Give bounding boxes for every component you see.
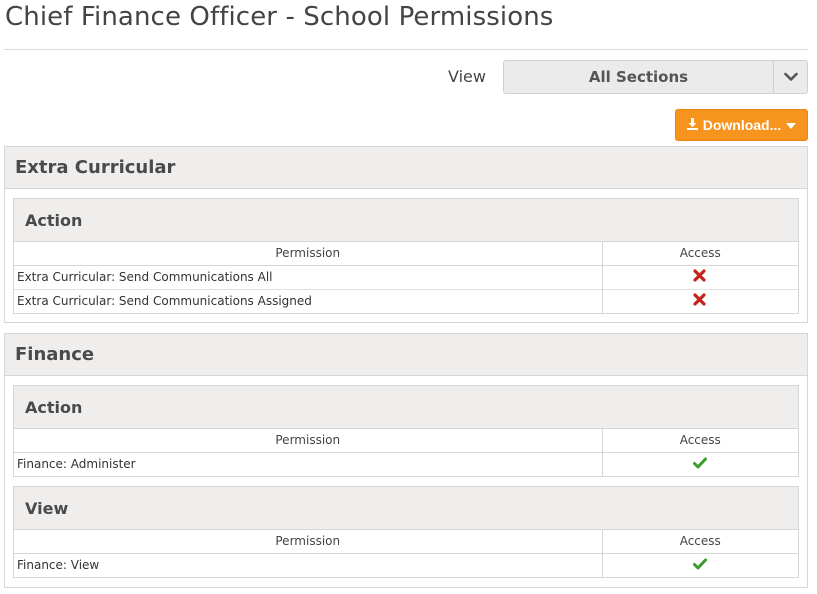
table-row: Finance: Administer [14,452,798,476]
group-title: Action [25,210,83,230]
page-title: Chief Finance Officer - School Permissio… [5,2,554,32]
section-title: Finance [15,344,95,365]
permission-column-header: Permission [14,530,603,554]
permission-column-header: Permission [14,429,603,453]
permissions-table: Permission Access Finance: Administer [14,429,798,476]
access-column-header: Access [602,242,798,266]
section-header: Finance [5,334,807,376]
group-view: View Permission Access Finance: View [13,486,799,578]
permission-name: Extra Curricular: Send Communications Al… [14,265,603,290]
access-cell [602,553,798,577]
permission-name: Extra Curricular: Send Communications As… [14,289,603,313]
group-header: Action [14,386,798,429]
permissions-table: Permission Access Finance: View [14,530,798,577]
table-row: Finance: View [14,553,798,577]
group-action: Action Permission Access Extra Curricula… [13,198,799,314]
section-finance: Finance Action Permission Access Finance… [4,333,808,588]
access-column-header: Access [602,429,798,453]
title-divider [4,49,808,50]
access-cell [602,452,798,476]
chevron-down-icon[interactable] [773,61,807,93]
check-icon [692,457,707,472]
caret-down-icon [786,117,797,133]
permission-name: Finance: Administer [14,452,603,476]
section-header: Extra Curricular [5,147,807,189]
permission-name: Finance: View [14,553,603,577]
permissions-table: Permission Access Extra Curricular: Send… [14,242,798,313]
cross-icon [693,293,706,309]
download-button[interactable]: Download... [675,109,808,141]
group-header: View [14,487,798,530]
view-section-select[interactable]: All Sections [503,60,808,94]
view-label: View [448,67,486,86]
download-label: Download... [702,117,782,133]
check-icon [692,558,707,573]
group-title: View [25,498,69,518]
view-select-value: All Sections [588,68,689,86]
permission-column-header: Permission [14,242,603,266]
cross-icon [693,269,706,285]
download-icon [686,117,698,133]
group-action: Action Permission Access Finance: Admini… [13,385,799,477]
access-cell [602,289,798,313]
group-title: Action [25,397,83,417]
access-cell [602,265,798,290]
group-header: Action [14,199,798,242]
table-row: Extra Curricular: Send Communications As… [14,289,798,313]
section-title: Extra Curricular [15,157,176,178]
section-extra-curricular: Extra Curricular Action Permission Acces… [4,146,808,323]
access-column-header: Access [602,530,798,554]
table-row: Extra Curricular: Send Communications Al… [14,265,798,290]
